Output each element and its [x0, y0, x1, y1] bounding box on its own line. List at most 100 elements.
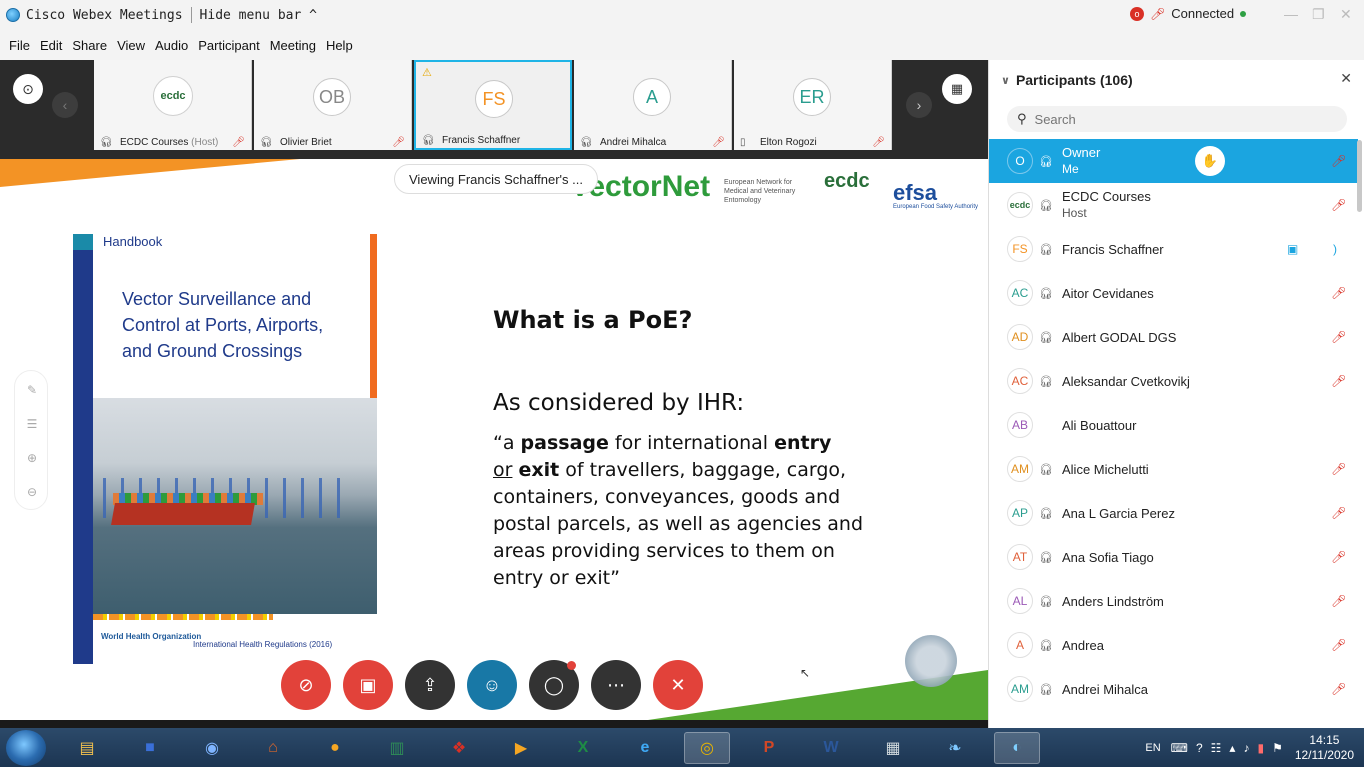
chevron-down-icon[interactable]: ∨	[1001, 74, 1010, 87]
excel-icon[interactable]: X	[560, 732, 606, 764]
tile-name: Elton Rogozi	[760, 137, 817, 148]
mic-muted-icon[interactable]: 🎤︎	[1331, 462, 1346, 476]
start-button[interactable]	[6, 729, 46, 766]
powerpoint-icon[interactable]: P	[746, 732, 792, 764]
menu-meeting[interactable]: Meeting	[270, 38, 316, 53]
list-item[interactable]: A 🎧︎ Andrea 🎤︎	[989, 623, 1358, 667]
list-item[interactable]: AD 🎧︎ Albert GODAL DGS 🎤︎	[989, 315, 1358, 359]
shared-content-area: VectorNet European Network for Medical a…	[0, 150, 988, 720]
chrome-icon[interactable]: ◎	[684, 732, 730, 764]
feather-app-icon[interactable]: ❧	[932, 732, 978, 764]
game-icon[interactable]: ⌂	[250, 732, 296, 764]
video-tile-francis-schaffner[interactable]: ⚠ FS 🎧︎ Francis Schaffner	[414, 60, 572, 150]
list-item[interactable]: AP 🎧︎ Ana L Garcia Perez 🎤︎	[989, 491, 1358, 535]
file-explorer-icon[interactable]: ▤	[64, 732, 110, 764]
sharing-icon: )	[1333, 242, 1337, 256]
flag-icon[interactable]: ⚑	[1272, 741, 1283, 755]
internet-explorer-icon[interactable]: e	[622, 732, 668, 764]
more-options-button[interactable]: ⋯	[591, 660, 641, 710]
calculator-icon[interactable]: ▦	[870, 732, 916, 764]
raise-hand-button[interactable]: ✋	[1195, 146, 1225, 176]
participants-button[interactable]: ☺	[467, 660, 517, 710]
menu-participant[interactable]: Participant	[198, 38, 259, 53]
network-icon[interactable]: ☷	[1211, 741, 1222, 755]
list-item[interactable]: AB Ali Bouattour	[989, 403, 1358, 447]
participants-panel: ∨ Participants (106) ✕ ⚲ O 🎧︎ Owner Me ✋ …	[988, 60, 1364, 728]
list-item[interactable]: FS 🎧︎ Francis Schaffner ▣ )	[989, 227, 1358, 271]
list-item[interactable]: AC 🎧︎ Aleksandar Cvetkovikj 🎤︎	[989, 359, 1358, 403]
mic-muted-icon[interactable]: 🎤︎	[1331, 638, 1346, 652]
list-item[interactable]: AM 🎧︎ Alice Michelutti 🎤︎	[989, 447, 1358, 491]
close-window-icon[interactable]: ✕	[1340, 6, 1352, 23]
language-indicator[interactable]: EN	[1145, 742, 1160, 754]
menu-view[interactable]: View	[117, 38, 145, 53]
list-item[interactable]: AC 🎧︎ Aitor Cevidanes 🎤︎	[989, 271, 1358, 315]
video-on-icon[interactable]: ▣	[1287, 242, 1298, 256]
save-disk-icon[interactable]: ■	[127, 732, 173, 764]
menu-help[interactable]: Help	[326, 38, 353, 53]
video-tile-andrei-mihalca[interactable]: A 🎧︎ Andrei Mihalca 🎤︎	[574, 60, 732, 150]
list-item[interactable]: AL 🎧︎ Anders Lindström 🎤︎	[989, 579, 1358, 623]
chevron-right-icon[interactable]: ›	[906, 92, 932, 118]
maximize-icon[interactable]: ❐	[1312, 6, 1325, 23]
list-item[interactable]: AM 🎧︎ Andrei Mihalca 🎤︎	[989, 667, 1358, 711]
chevron-left-icon[interactable]: ‹	[52, 92, 78, 118]
video-tile-olivier-briet[interactable]: OB 🎧︎ Olivier Briet 🎤︎	[254, 60, 412, 150]
tray-expand-icon[interactable]: ▴	[1229, 741, 1235, 755]
mic-muted-icon[interactable]: 🎤︎	[1331, 550, 1346, 564]
chat-button[interactable]: ◯	[529, 660, 579, 710]
meeting-info-button[interactable]: ⊙	[13, 74, 43, 104]
webex-taskbar-icon[interactable]: ◐	[994, 732, 1040, 764]
unmute-button[interactable]: ⊘	[281, 660, 331, 710]
eraser-icon[interactable]: ☰	[25, 417, 39, 431]
word-icon[interactable]: W	[808, 732, 854, 764]
leave-meeting-button[interactable]: ✕	[653, 660, 703, 710]
menu-audio[interactable]: Audio	[155, 38, 188, 53]
media-icon[interactable]: ●	[312, 732, 358, 764]
list-item[interactable]: O 🎧︎ Owner Me ✋ 🎤︎	[989, 139, 1358, 183]
tile-name: Andrei Mihalca	[600, 137, 667, 148]
warning-icon: ⚠	[422, 67, 432, 79]
zoom-in-icon[interactable]: ⊕	[25, 451, 39, 465]
share-button[interactable]: ⇪	[405, 660, 455, 710]
list-item[interactable]: ecdc 🎧︎ ECDC Courses Host 🎤︎	[989, 183, 1358, 227]
pen-icon[interactable]: ✎	[25, 383, 39, 397]
participants-header[interactable]: ∨ Participants (106)	[1001, 72, 1133, 88]
search-input[interactable]	[1034, 111, 1325, 127]
slide-title: What is a PoE?	[493, 306, 693, 334]
acrobat-icon[interactable]: ❖	[436, 732, 482, 764]
mic-muted-icon[interactable]: 🎤︎	[1331, 594, 1346, 608]
mic-muted-icon[interactable]: 🎤︎	[1331, 330, 1346, 344]
participant-search[interactable]: ⚲	[1007, 106, 1347, 132]
obs-icon[interactable]: ◉	[189, 732, 235, 764]
layout-toggle-button[interactable]: ▦	[942, 74, 972, 104]
mic-muted-icon[interactable]: 🎤︎	[1331, 682, 1346, 696]
list-item[interactable]: AT 🎧︎ Ana Sofia Tiago 🎤︎	[989, 535, 1358, 579]
menu-edit[interactable]: Edit	[40, 38, 62, 53]
start-video-button[interactable]: ▣	[343, 660, 393, 710]
mic-muted-icon[interactable]: 🎤︎	[1331, 198, 1346, 212]
close-panel-icon[interactable]: ✕	[1340, 70, 1352, 87]
participant-list-scrollbar[interactable]	[1357, 140, 1362, 212]
menu-file[interactable]: File	[9, 38, 30, 53]
help-icon[interactable]: ?	[1196, 741, 1203, 755]
menu-share[interactable]: Share	[72, 38, 107, 53]
viewing-share-label[interactable]: Viewing Francis Schaffner's ...	[394, 164, 598, 194]
video-tile-ecdc-courses[interactable]: ecdc 🎧︎ ECDC Courses (Host) 🎤︎	[94, 60, 252, 150]
minimize-icon[interactable]: —	[1284, 6, 1298, 22]
mic-muted-icon[interactable]: 🎤︎	[1331, 506, 1346, 520]
zoom-out-icon[interactable]: ⊖	[25, 485, 39, 499]
hide-menu-bar-button[interactable]: Hide menu bar ^	[200, 8, 317, 23]
mic-muted-icon[interactable]: 🎤︎	[1331, 286, 1346, 300]
mic-muted-icon[interactable]: 🎤︎	[1331, 154, 1346, 168]
system-clock[interactable]: 14:15 12/11/2020	[1295, 733, 1354, 763]
connection-status: o 🎤︎ Connected	[1130, 6, 1247, 21]
keyboard-icon[interactable]: ⌨	[1171, 741, 1188, 755]
publisher-icon[interactable]: ▥	[374, 732, 420, 764]
mic-muted-icon[interactable]: 🎤︎	[1331, 374, 1346, 388]
video-player-icon[interactable]: ▶	[498, 732, 544, 764]
speaker-icon[interactable]: ♪	[1243, 741, 1249, 755]
ecdc-logo: ecdc	[824, 170, 870, 192]
video-tile-elton-rogozi[interactable]: ER ▯ Elton Rogozi 🎤︎	[734, 60, 892, 150]
mic-tray-icon[interactable]: ▮	[1257, 741, 1264, 755]
